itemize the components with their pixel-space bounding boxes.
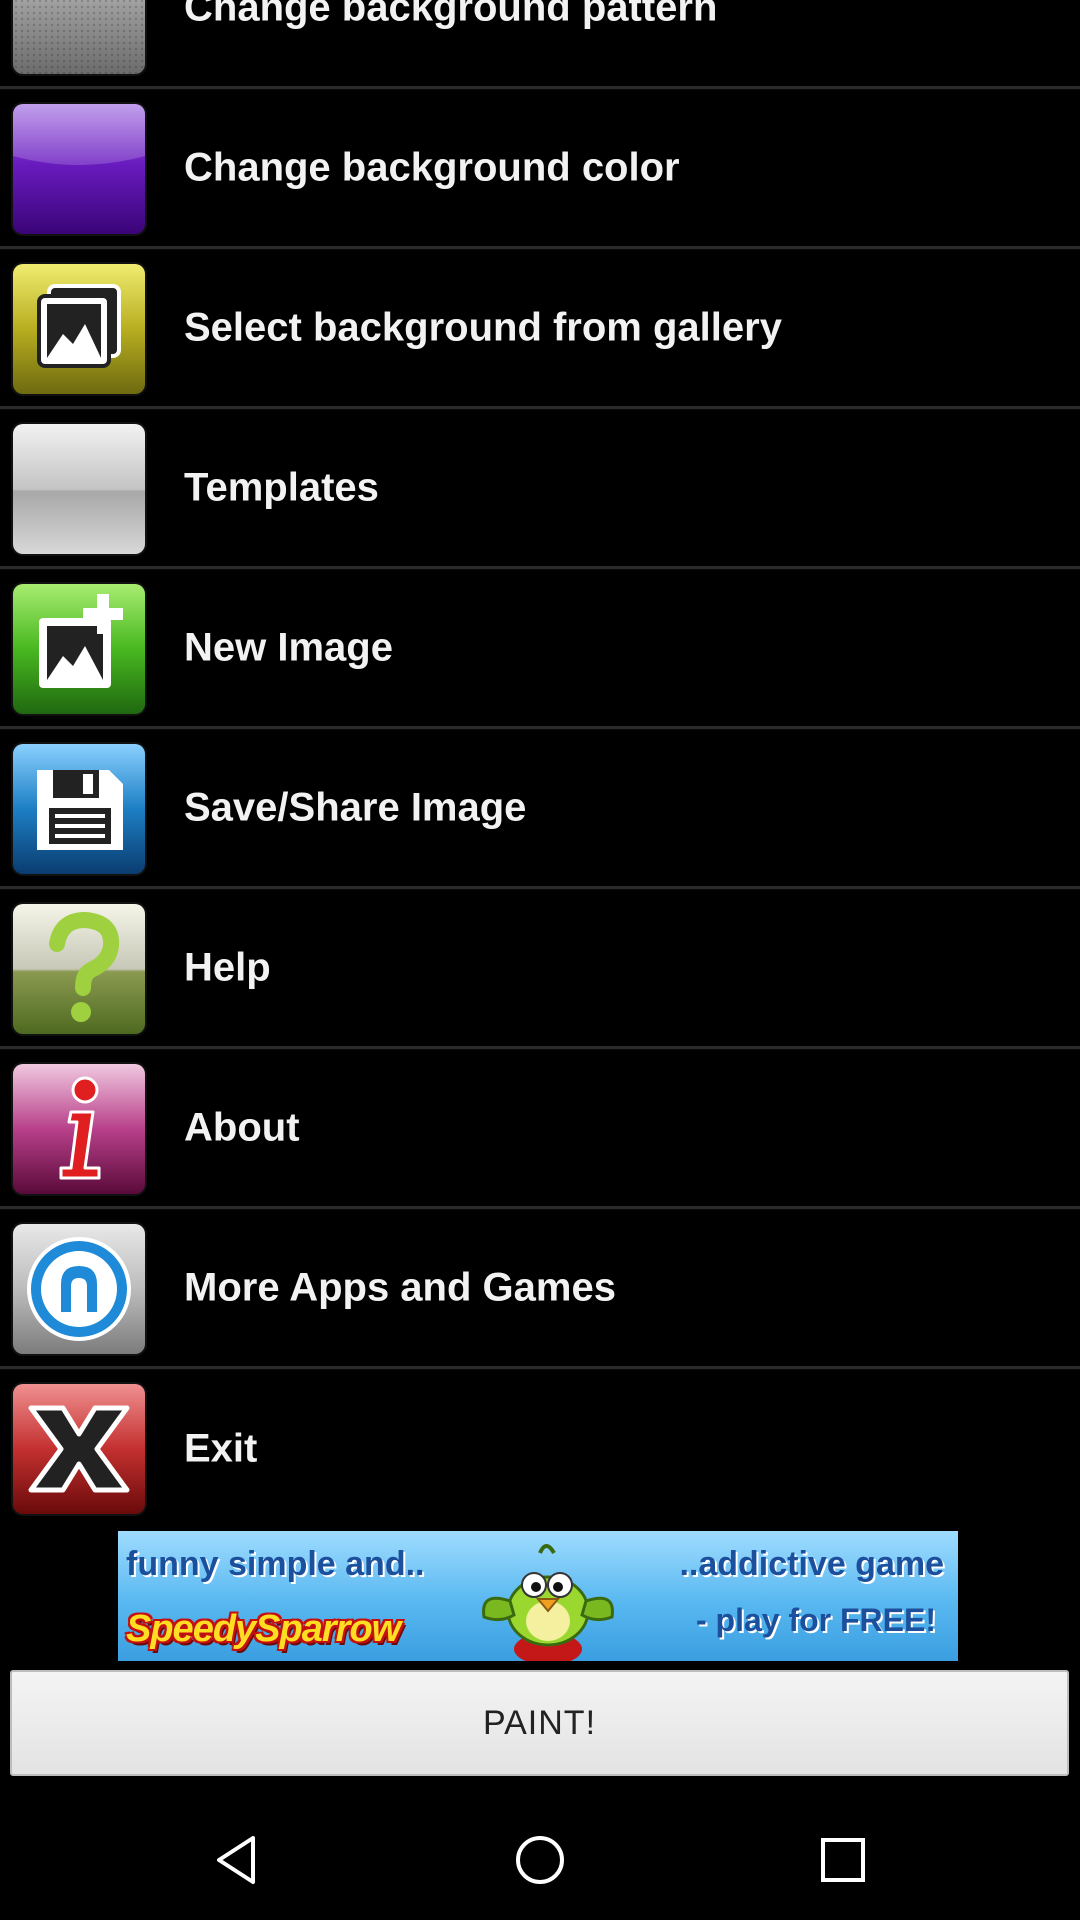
color-swatch-icon [13, 104, 145, 234]
menu-item-change-background-pattern[interactable]: Change background pattern [0, 0, 1080, 89]
menu-item-more-apps-and-games[interactable]: More Apps and Games [0, 1209, 1080, 1369]
menu-item-exit[interactable]: Exit [0, 1369, 1080, 1529]
menu-item-select-background-gallery[interactable]: Select background from gallery [0, 249, 1080, 409]
more-apps-icon [13, 1224, 145, 1354]
templates-icon [13, 424, 145, 554]
menu-item-label: About [184, 1105, 300, 1149]
menu-item-templates[interactable]: Templates [0, 409, 1080, 569]
menu-item-help[interactable]: Help [0, 889, 1080, 1049]
new-image-icon [13, 584, 145, 714]
menu-item-save-share-image[interactable]: Save/Share Image [0, 729, 1080, 889]
menu-item-label: Help [184, 945, 271, 989]
ad-tagline: - play for FREE! [695, 1602, 936, 1638]
menu-item-label: Save/Share Image [184, 785, 527, 829]
menu-item-label: Templates [184, 465, 379, 509]
recent-apps-icon[interactable] [813, 1830, 873, 1890]
exit-x-icon [13, 1384, 145, 1514]
system-navigation-bar [0, 1800, 1080, 1920]
ad-headline-left: funny simple and.. [126, 1545, 425, 1583]
gallery-icon [13, 264, 145, 394]
menu-item-change-background-color[interactable]: Change background color [0, 89, 1080, 249]
menu-item-new-image[interactable]: New Image [0, 569, 1080, 729]
back-icon[interactable] [207, 1830, 267, 1890]
paint-button[interactable]: PAINT! [10, 1670, 1069, 1776]
menu-item-label: More Apps and Games [184, 1265, 616, 1309]
floppy-disk-icon [13, 744, 145, 874]
question-mark-icon [13, 904, 145, 1034]
menu-item-about[interactable]: About [0, 1049, 1080, 1209]
ad-banner[interactable]: funny simple and.. ..addictive game Spee… [118, 1531, 958, 1661]
menu-list: Change background pattern Change backgro… [0, 0, 1080, 1529]
menu-item-label: Change background pattern [184, 0, 718, 29]
ad-headline-right: ..addictive game [679, 1545, 944, 1583]
pattern-icon [13, 0, 145, 74]
menu-item-label: Change background color [184, 145, 680, 189]
ad-logo: SpeedySparrow [126, 1608, 401, 1650]
menu-item-label: New Image [184, 625, 393, 669]
home-icon[interactable] [510, 1830, 570, 1890]
menu-item-label: Exit [184, 1426, 258, 1471]
info-icon [13, 1064, 145, 1194]
sparrow-icon [482, 1544, 614, 1661]
menu-item-label: Select background from gallery [184, 305, 782, 349]
